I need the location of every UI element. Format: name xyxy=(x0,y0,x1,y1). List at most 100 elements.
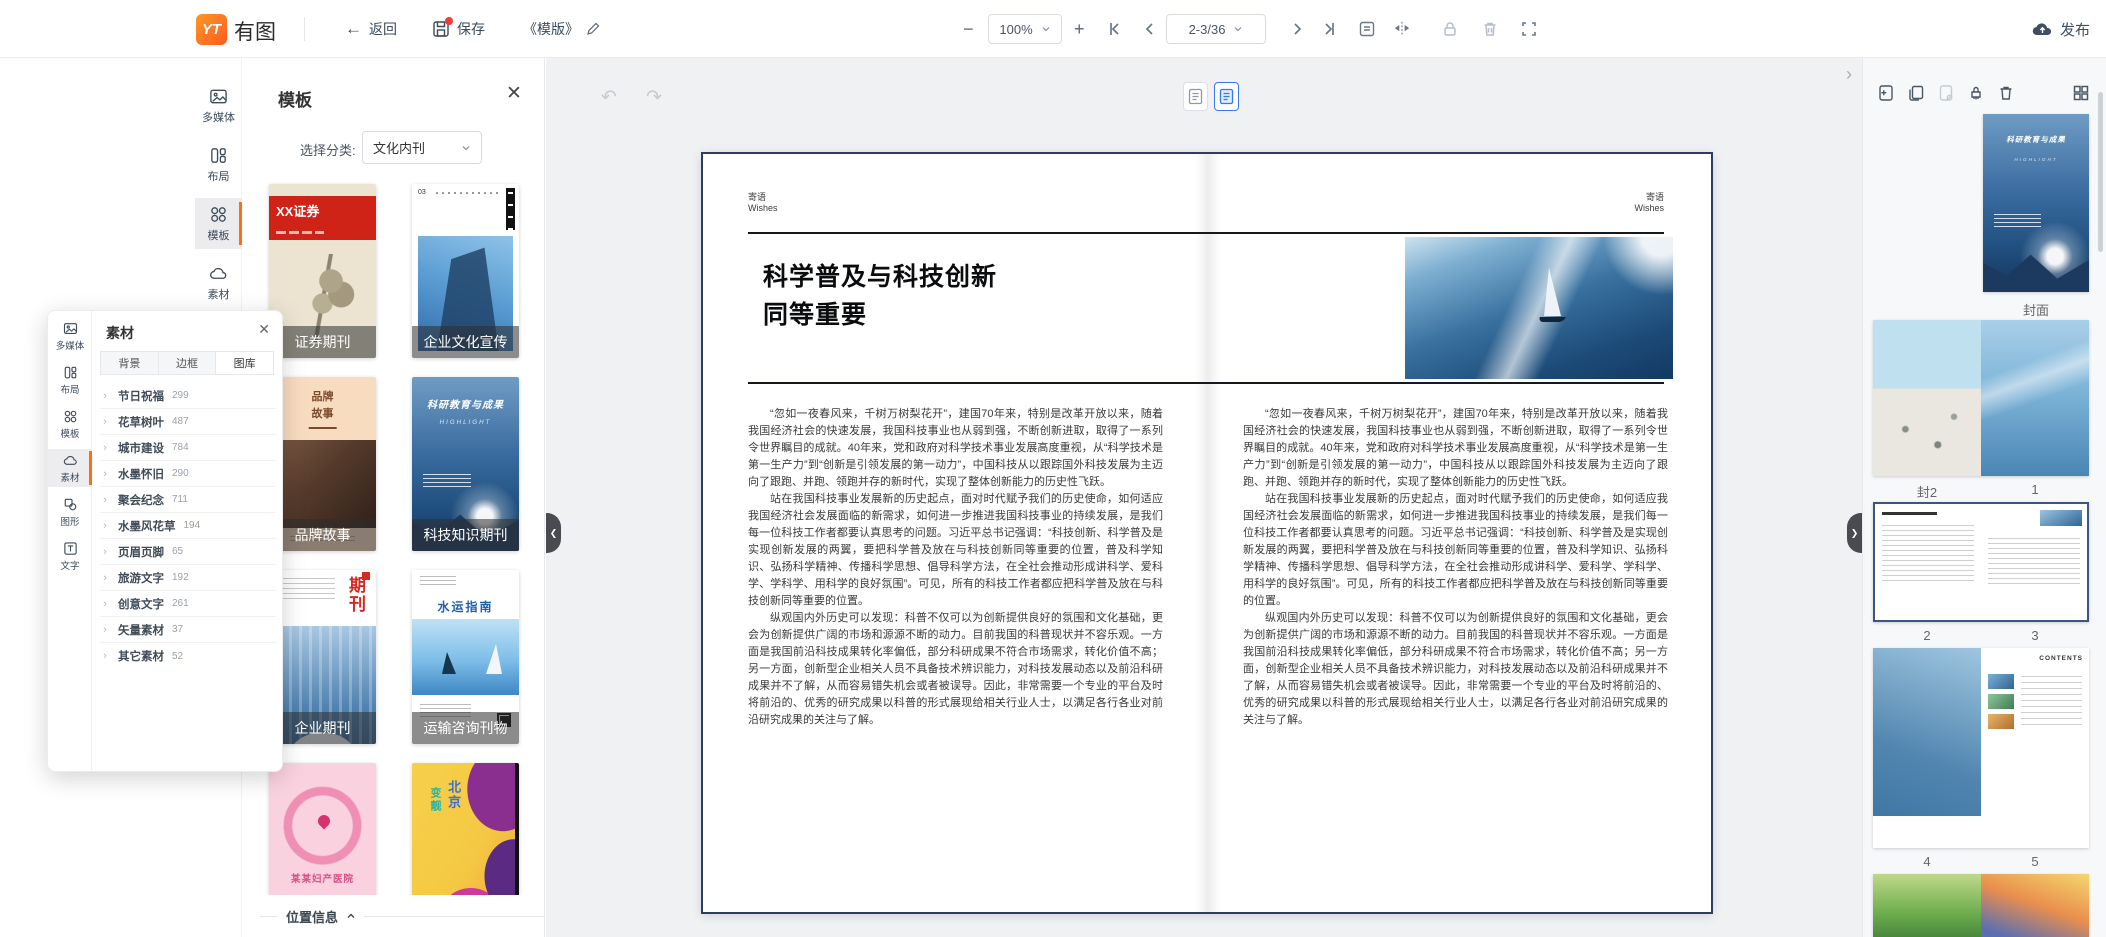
image-icon xyxy=(63,321,78,336)
close-icon[interactable] xyxy=(504,84,524,104)
document-spread[interactable]: 寄语 Wishes 寄语 Wishes 科学普及与科技创新 同等重要 “忽如一夜… xyxy=(701,152,1713,914)
position-info-bar[interactable]: 位置信息 xyxy=(242,895,544,937)
undo-icon[interactable] xyxy=(601,86,621,106)
category-select[interactable]: 文化内刊 xyxy=(362,131,482,164)
collapse-left-panel-handle[interactable]: ❮ xyxy=(546,513,561,553)
app-logo[interactable]: YT xyxy=(196,14,227,45)
zoom-level-select[interactable]: 100% xyxy=(988,14,1062,44)
category-row[interactable]: 页眉页脚 65 xyxy=(100,539,276,565)
chevron-right-icon xyxy=(100,598,110,610)
sidebar-item-templates[interactable]: 模板 xyxy=(195,198,242,249)
chevron-right-icon xyxy=(100,546,110,558)
redo-icon[interactable] xyxy=(646,86,666,106)
brand-name: 有图 xyxy=(234,16,276,46)
zoom-out-button[interactable] xyxy=(963,0,974,58)
template-card[interactable]: 期刊 企业期刊 xyxy=(269,570,376,744)
assets-rail-layout[interactable]: 布局 xyxy=(48,361,92,399)
paste-page-icon[interactable] xyxy=(1937,84,1955,102)
grid-view-icon[interactable] xyxy=(2072,84,2090,102)
fullscreen-icon[interactable] xyxy=(1520,20,1538,38)
save-button[interactable]: 保存 xyxy=(432,0,485,58)
page-thumb-spread[interactable] xyxy=(1873,320,2089,476)
assets-rail-assets[interactable]: 素材 xyxy=(48,449,92,487)
page-thumb-spread[interactable]: CONTENTS xyxy=(1873,648,2089,848)
category-row[interactable]: 水墨怀旧 290 xyxy=(100,461,276,487)
page-thumb-spread-selected[interactable] xyxy=(1873,502,2089,622)
filter-label: 选择分类: xyxy=(300,140,356,159)
first-page-button[interactable] xyxy=(1106,20,1124,38)
assets-rail-text[interactable]: 文字 xyxy=(48,537,92,575)
chevron-right-icon xyxy=(100,650,110,662)
collapse-right-panel-icon[interactable] xyxy=(1846,64,1852,85)
template-card[interactable]: XX证券 证券期刊 xyxy=(269,184,376,358)
add-page-icon[interactable] xyxy=(1877,84,1895,102)
mirror-flip-icon[interactable] xyxy=(1393,20,1411,38)
edit-pencil-icon[interactable] xyxy=(586,22,600,36)
page-thumb-2[interactable] xyxy=(1875,504,1981,620)
page-thumb-spread[interactable] xyxy=(1873,874,2089,937)
page-thumb-6[interactable] xyxy=(1873,874,1981,937)
sailboat-photo[interactable] xyxy=(1405,237,1673,379)
back-label: 返回 xyxy=(369,19,397,39)
single-page-view-button[interactable] xyxy=(1183,82,1208,111)
canvas-area[interactable]: 寄语 Wishes 寄语 Wishes 科学普及与科技创新 同等重要 “忽如一夜… xyxy=(546,58,1862,937)
lock-icon[interactable] xyxy=(1441,20,1459,38)
cover-title: 某某妇产医院 xyxy=(269,871,376,885)
category-row[interactable]: 矢量素材 37 xyxy=(100,617,276,643)
chevron-up-icon[interactable] xyxy=(346,911,356,921)
template-card[interactable]: 品牌故事 品牌故事 xyxy=(269,377,376,551)
category-row[interactable]: 聚会纪念 711 xyxy=(100,487,276,513)
category-row[interactable]: 创意文字 261 xyxy=(100,591,276,617)
zoom-in-button[interactable] xyxy=(1074,0,1085,58)
scrollbar[interactable] xyxy=(2098,92,2103,252)
template-card[interactable]: 03 企业文化宣传 xyxy=(412,184,519,358)
text-icon xyxy=(63,541,78,556)
delete-page-icon[interactable] xyxy=(1997,84,2015,102)
sidebar-item-assets[interactable]: 素材 xyxy=(195,257,242,308)
spread-view-button[interactable] xyxy=(1214,82,1239,111)
next-page-button[interactable] xyxy=(1288,20,1306,38)
category-row[interactable]: 其它素材 52 xyxy=(100,643,276,669)
template-card[interactable]: 科研教育与成果 HIGHLIGHT 科技知识期刊 xyxy=(412,377,519,551)
cover-title: 品牌故事 xyxy=(308,389,337,429)
page-thumb-5[interactable]: CONTENTS xyxy=(1981,648,2089,848)
category-row[interactable]: 旅游文字 192 xyxy=(100,565,276,591)
page-indicator-select[interactable]: 2-3/36 xyxy=(1166,14,1266,44)
page-thumb-cover2[interactable] xyxy=(1873,320,1981,476)
assets-rail-shapes[interactable]: 图形 xyxy=(48,493,92,531)
category-row[interactable]: 花草树叶 487 xyxy=(100,409,276,435)
sidebar-item-layout[interactable]: 布局 xyxy=(195,139,242,190)
page-thumb-7[interactable] xyxy=(1981,874,2089,937)
article-body-left-page[interactable]: “忽如一夜春风来，千树万树梨花开”，建国70年来，特别是改革开放以来，随着我国经… xyxy=(748,406,1163,729)
close-icon[interactable] xyxy=(258,321,270,338)
publish-button[interactable]: 发布 xyxy=(2032,0,2090,58)
expand-right-panel-handle[interactable]: ❯ xyxy=(1847,513,1862,553)
trash-icon[interactable] xyxy=(1481,20,1499,38)
last-page-button[interactable] xyxy=(1320,20,1338,38)
copy-page-icon[interactable] xyxy=(1907,84,1925,102)
template-card[interactable]: 水运指南 运输咨询刊物 xyxy=(412,570,519,744)
category-row[interactable]: 城市建设 784 xyxy=(100,435,276,461)
assets-rail-templates[interactable]: 模板 xyxy=(48,405,92,443)
category-row[interactable]: 节日祝福 299 xyxy=(100,383,276,409)
save-label: 保存 xyxy=(457,19,485,39)
page-thumb-1[interactable] xyxy=(1981,320,2089,476)
page-thumb-cover[interactable]: 科研教育与成果 HIGHLIGHT xyxy=(1983,114,2089,292)
template-icon xyxy=(209,205,228,224)
tab-borders[interactable]: 边框 xyxy=(159,351,217,375)
clear-page-icon[interactable] xyxy=(1967,84,1985,102)
sidebar-item-multimedia[interactable]: 多媒体 xyxy=(195,80,242,131)
tab-backgrounds[interactable]: 背景 xyxy=(100,351,159,375)
cover-title: XX证券 xyxy=(269,196,376,240)
category-row[interactable]: 水墨风花草 194 xyxy=(100,513,276,539)
article-body-right-page[interactable]: “忽如一夜春风来，千树万树梨花开”，建国70年来，特别是改革开放以来，随着我国经… xyxy=(1243,406,1668,729)
prev-page-button[interactable] xyxy=(1141,20,1159,38)
page-thumb-3[interactable] xyxy=(1981,504,2087,620)
page-thumb-4[interactable] xyxy=(1873,648,1981,848)
document-title[interactable]: 《模版》 xyxy=(523,0,600,58)
assets-rail-multimedia[interactable]: 多媒体 xyxy=(48,317,92,355)
back-button[interactable]: 返回 xyxy=(345,0,397,58)
tab-gallery[interactable]: 图库 xyxy=(216,351,274,375)
page-settings-icon[interactable] xyxy=(1358,20,1376,38)
sidebar-item-label: 素材 xyxy=(208,286,230,302)
